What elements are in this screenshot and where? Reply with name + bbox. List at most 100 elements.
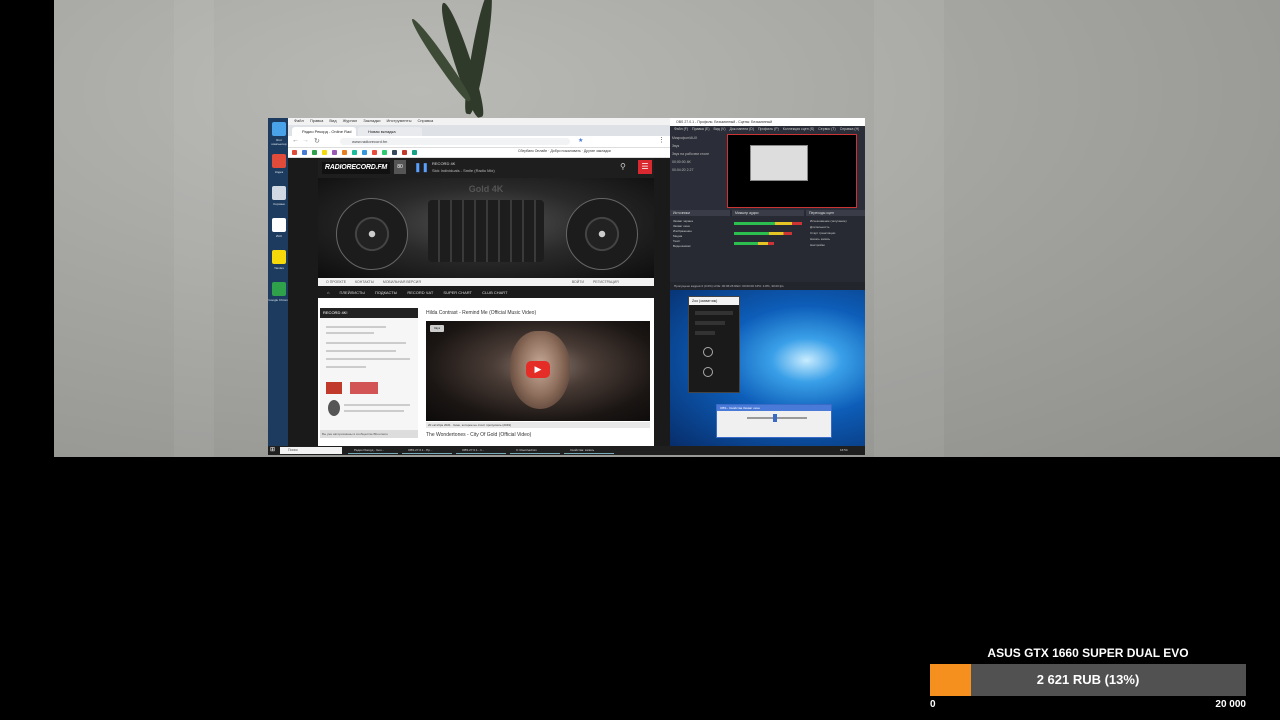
windows-wallpaper: Zoo (захватчик) OBS - Свойства Захват ок… bbox=[670, 290, 865, 446]
desktop-shortcut-icon[interactable] bbox=[272, 250, 286, 264]
obs-control-item[interactable]: Исчезновение (затухание) bbox=[810, 219, 847, 223]
obs-control-item[interactable]: Начать запись bbox=[810, 237, 830, 241]
obs-menu-item[interactable]: Файл (F) bbox=[674, 127, 688, 131]
taskbar-app-button[interactable]: OBS 27.0.1 - 1... bbox=[456, 447, 506, 454]
obs-source-item[interactable]: Захват экрана bbox=[673, 219, 693, 223]
forward-icon[interactable]: → bbox=[302, 137, 309, 144]
taskbar-app-button[interactable]: Свойства: запись bbox=[564, 447, 614, 454]
dj-mixer bbox=[428, 200, 544, 262]
plant-image bbox=[384, 0, 544, 120]
bookmark-icon[interactable] bbox=[302, 150, 307, 155]
obs-source-item[interactable]: Текст bbox=[673, 239, 681, 243]
nav-about[interactable]: О ПРОЕКТЕ bbox=[326, 280, 346, 284]
obs-menu-item[interactable]: Коллекция сцен (S) bbox=[783, 127, 815, 131]
windows-start-icon[interactable]: ⊞ bbox=[270, 447, 277, 454]
nav-register[interactable]: РЕГИСТРАЦИЯ bbox=[593, 280, 619, 284]
browser-tab[interactable]: Новая вкладка bbox=[358, 127, 422, 136]
obs-menu-item[interactable]: Правка (E) bbox=[692, 127, 709, 131]
video-sound-badge[interactable]: Звук bbox=[430, 325, 444, 332]
obs-menu-item[interactable]: Сервис (T) bbox=[818, 127, 835, 131]
desktop-shortcut-icon[interactable] bbox=[272, 282, 286, 296]
nav-podcasts[interactable]: ПОДКАСТЫ bbox=[375, 290, 397, 295]
bookmark-icon[interactable] bbox=[382, 150, 387, 155]
browser-menu-item[interactable]: Вид bbox=[329, 118, 336, 123]
bookmark-icon[interactable] bbox=[362, 150, 367, 155]
nav-super-chart[interactable]: SUPER CHART bbox=[443, 290, 472, 295]
volume-badge[interactable]: 80 bbox=[394, 160, 406, 174]
obs-stat-line: 00:00:00 4K bbox=[672, 160, 691, 164]
search-icon[interactable]: ⚲ bbox=[620, 162, 630, 172]
browser-menu-item[interactable]: Инструменты bbox=[387, 118, 412, 123]
tray-clock[interactable]: 16:54 bbox=[840, 447, 848, 454]
obs-source-item[interactable]: Видеозахват bbox=[673, 244, 691, 248]
obs-control-item[interactable]: Настройки bbox=[810, 243, 825, 247]
obs-menu-item[interactable]: Вид (V) bbox=[714, 127, 726, 131]
record-icon[interactable] bbox=[703, 367, 713, 377]
video-title[interactable]: Hilda Contrast - Remind Me (Official Mus… bbox=[426, 310, 536, 316]
video-title-next[interactable]: The Wondertones - City Of Gold (Official… bbox=[426, 432, 531, 438]
nav-login[interactable]: ВОЙТИ bbox=[572, 280, 584, 284]
desktop-shortcut-icon[interactable] bbox=[272, 154, 286, 168]
address-bar[interactable]: www.radiorecord.fm bbox=[340, 138, 570, 145]
widget-thumbnail[interactable] bbox=[350, 382, 378, 394]
nav-contacts[interactable]: КОНТАКТЫ bbox=[355, 280, 374, 284]
donation-range-max: 20 000 bbox=[1215, 699, 1246, 710]
browser-menu-item[interactable]: Правка bbox=[310, 118, 324, 123]
obs-source-item[interactable]: Захват окна bbox=[673, 224, 690, 228]
back-icon[interactable]: ← bbox=[292, 137, 299, 144]
desktop-shortcut-icon[interactable] bbox=[272, 218, 286, 232]
browser-menu-item[interactable]: Справка bbox=[417, 118, 433, 123]
browser-toolbar: ← → ↻ www.radiorecord.fm ★ ⋮ bbox=[288, 136, 670, 148]
obs-control-item[interactable]: Старт трансляции bbox=[810, 231, 835, 235]
star-icon[interactable]: ★ bbox=[578, 137, 583, 144]
obs-statusbar: Пропущено кадров 0 (0.0%) LIVE: 00:06:26… bbox=[670, 282, 865, 290]
pause-icon[interactable]: ❚❚ bbox=[414, 162, 429, 172]
obs-preview[interactable] bbox=[727, 134, 857, 208]
browser-menu-item[interactable]: Журнал bbox=[343, 118, 358, 123]
taskbar-app-button[interactable]: OBS 27.0.1 - Пр... bbox=[402, 447, 452, 454]
nav-record-chat[interactable]: RECORD ЧАТ bbox=[407, 290, 433, 295]
taskbar-app-button[interactable]: Радио Рекорд - Goo... bbox=[348, 447, 398, 454]
desktop-shortcut-icon[interactable] bbox=[272, 122, 286, 136]
bookmark-icon[interactable] bbox=[392, 150, 397, 155]
taskbar-app-button[interactable]: C:\Users\admin bbox=[510, 447, 560, 454]
obs-menu-item[interactable]: Справка (H) bbox=[840, 127, 860, 131]
bookmark-icon[interactable] bbox=[312, 150, 317, 155]
desktop-shortcut-label: Кодек bbox=[274, 170, 284, 174]
browser-tab-active[interactable]: Радио Рекорд - Online Rad bbox=[292, 127, 356, 136]
bookmark-icon[interactable] bbox=[332, 150, 337, 155]
bookmark-icon[interactable] bbox=[372, 150, 377, 155]
bookmark-icon[interactable] bbox=[342, 150, 347, 155]
home-icon[interactable]: ⌂ bbox=[327, 290, 329, 295]
bookmark-icon[interactable] bbox=[292, 150, 297, 155]
youtube-video[interactable]: Звук ▶ bbox=[426, 321, 650, 421]
taskbar-search[interactable]: Поиск bbox=[280, 447, 342, 454]
obs-stat-line: Звук на рабочем столе bbox=[672, 152, 710, 156]
obs-control-item[interactable]: Длительность bbox=[810, 225, 829, 229]
bookmark-icon[interactable] bbox=[322, 150, 327, 155]
play-icon[interactable]: ▶ bbox=[526, 361, 550, 378]
nav-mobile[interactable]: МОБИЛЬНАЯ ВЕРСИЯ bbox=[383, 280, 421, 284]
hamburger-menu-icon[interactable]: ☰ bbox=[638, 160, 652, 174]
desktop-shortcut-icon[interactable] bbox=[272, 186, 286, 200]
reload-icon[interactable]: ↻ bbox=[314, 137, 320, 145]
site-logo[interactable]: RADIORECORD.FM bbox=[322, 162, 390, 174]
bookmark-icon[interactable] bbox=[412, 150, 417, 155]
nav-playlists[interactable]: ПЛЕЙЛИСТЫ bbox=[340, 290, 365, 295]
obs-source-item[interactable]: Изображение bbox=[673, 229, 692, 233]
slider-thumb[interactable] bbox=[773, 414, 777, 422]
browser-menu-item[interactable]: Закладки bbox=[363, 118, 380, 123]
record-icon[interactable] bbox=[703, 347, 713, 357]
menu-icon[interactable]: ⋮ bbox=[658, 136, 665, 144]
bookmark-icon[interactable] bbox=[402, 150, 407, 155]
bookmarks-text[interactable]: Сбербанк Онлайн · Добро пожаловать · Дру… bbox=[518, 149, 611, 153]
dialog-slider[interactable] bbox=[747, 417, 807, 419]
obs-menu-item[interactable]: Профиль (P) bbox=[758, 127, 779, 131]
bookmark-icon[interactable] bbox=[352, 150, 357, 155]
obs-source-item[interactable]: Медиа bbox=[673, 234, 682, 238]
browser-menu-item[interactable]: Файл bbox=[294, 118, 304, 123]
nav-club-chart[interactable]: CLUB CHART bbox=[482, 290, 508, 295]
widget-thumbnail[interactable] bbox=[326, 382, 342, 394]
obs-menu-item[interactable]: Док-панели (D) bbox=[730, 127, 755, 131]
donation-progress-label: 2 621 RUB (13%) bbox=[1036, 672, 1140, 687]
